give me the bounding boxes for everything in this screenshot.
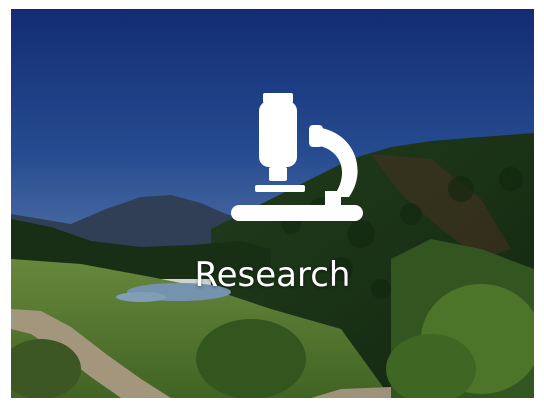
tile-label: Research bbox=[194, 255, 351, 295]
microscope-icon bbox=[231, 93, 363, 221]
research-tile[interactable]: Research bbox=[11, 9, 534, 398]
